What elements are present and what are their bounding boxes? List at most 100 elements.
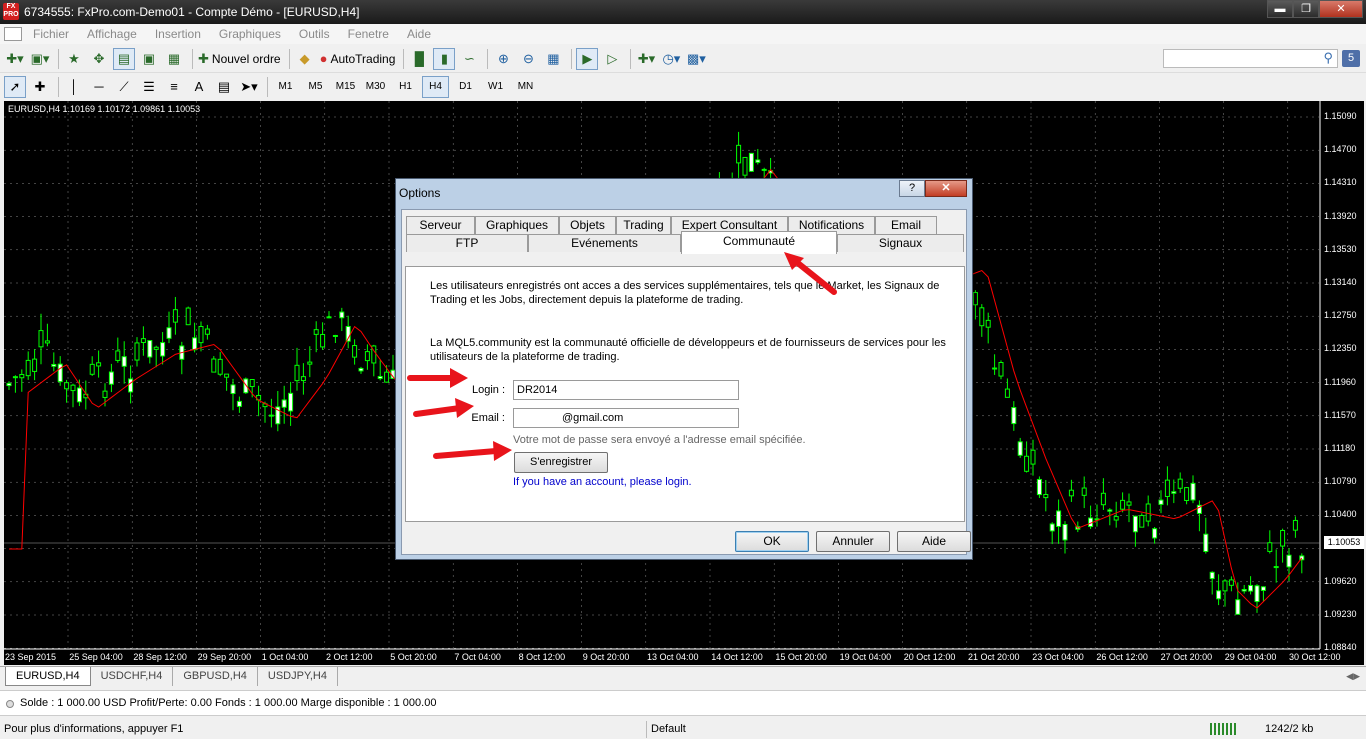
arrows-icon[interactable]: ➤▾: [238, 76, 260, 98]
login-input[interactable]: DR2014: [513, 380, 739, 400]
chart-tab-usdchf[interactable]: USDCHF,H4: [91, 667, 174, 686]
metaeditor-icon[interactable]: ◆: [294, 48, 316, 70]
timeframe-h1[interactable]: H1: [392, 76, 419, 98]
timeframe-m30[interactable]: M30: [362, 76, 389, 98]
timeframe-d1[interactable]: D1: [452, 76, 479, 98]
register-button[interactable]: S'enregistrer: [514, 452, 608, 473]
text-label-icon[interactable]: ▤: [213, 76, 235, 98]
tile-windows-icon[interactable]: ▦: [542, 48, 564, 70]
account-status-icon: [6, 700, 14, 708]
menu-aide[interactable]: Aide: [398, 27, 440, 41]
channel-icon[interactable]: ☰: [138, 76, 160, 98]
tab-evenements[interactable]: Evénements: [528, 234, 681, 252]
cancel-button[interactable]: Annuler: [816, 531, 890, 552]
bar-chart-icon[interactable]: █: [408, 48, 430, 70]
indicators-icon[interactable]: ✚▾: [635, 48, 657, 70]
timeframe-m1[interactable]: M1: [272, 76, 299, 98]
terminal-icon[interactable]: ▣: [138, 48, 160, 70]
menu-fichier[interactable]: Fichier: [24, 27, 78, 41]
market-watch-icon[interactable]: ★: [63, 48, 85, 70]
text-icon[interactable]: A: [188, 76, 210, 98]
candle-body: [1024, 455, 1030, 472]
data-window-icon[interactable]: ▤: [113, 47, 135, 70]
menu-insertion[interactable]: Insertion: [146, 27, 210, 41]
fibonacci-icon[interactable]: ≡: [163, 76, 185, 98]
tabs-scroll-icon[interactable]: ◀▶: [1346, 671, 1360, 682]
candlestick-icon[interactable]: ▮: [433, 47, 456, 70]
search-input[interactable]: ⚲: [1163, 49, 1338, 68]
candle-body: [1068, 489, 1074, 497]
price-axis-label: 1.12350: [1324, 343, 1357, 354]
zoom-out-icon[interactable]: ⊖: [517, 48, 539, 70]
candle-body: [192, 337, 198, 351]
zoom-in-icon[interactable]: ⊕: [492, 48, 514, 70]
dialog-close-icon[interactable]: ✕: [925, 180, 967, 197]
menu-fenetre[interactable]: Fenetre: [339, 27, 398, 41]
timeframe-m5[interactable]: M5: [302, 76, 329, 98]
tab-serveur[interactable]: Serveur: [406, 216, 475, 234]
periods-icon[interactable]: ◷▾: [660, 48, 682, 70]
chart-tab-usdjpy[interactable]: USDJPY,H4: [258, 667, 338, 686]
candle-body: [352, 345, 358, 358]
candle-body: [140, 338, 146, 343]
tab-objets[interactable]: Objets: [559, 216, 616, 234]
crosshair-icon[interactable]: ✚: [29, 76, 51, 98]
close-icon[interactable]: ✕: [1319, 0, 1363, 18]
candle-body: [1004, 388, 1010, 398]
timeframe-w1[interactable]: W1: [482, 76, 509, 98]
tab-graphiques[interactable]: Graphiques: [475, 216, 559, 234]
candle-body: [1164, 479, 1170, 497]
document-icon[interactable]: [4, 27, 22, 41]
templates-icon[interactable]: ▩▾: [685, 48, 707, 70]
tab-signaux[interactable]: Signaux: [837, 234, 964, 252]
main-toolbar: ✚▾ ▣▾ ★ ✥ ▤ ▣ ▦ ✚ Nouvel ordre ◆ ● AutoTra…: [0, 45, 1366, 73]
autotrading-button[interactable]: ● AutoTrading: [319, 48, 397, 70]
tab-trading[interactable]: Trading: [616, 216, 671, 234]
community-text-line1: La MQL5.community est la communauté offi…: [430, 337, 946, 349]
date-axis-label: 13 Oct 04:00: [647, 652, 699, 662]
candle-body: [211, 358, 217, 373]
candle-body: [1248, 584, 1254, 592]
cursor-icon[interactable]: ➚: [4, 75, 26, 98]
candle-body: [268, 414, 274, 417]
restore-icon[interactable]: ❐: [1293, 0, 1319, 18]
chart-shift-icon[interactable]: ▷: [601, 48, 623, 70]
tab-email[interactable]: Email: [875, 216, 937, 234]
help-button[interactable]: Aide: [897, 531, 971, 552]
chart-tab-gbpusd[interactable]: GBPUSD,H4: [173, 667, 258, 686]
line-chart-icon[interactable]: ∽: [458, 48, 480, 70]
candle-body: [377, 376, 383, 379]
timeframe-m15[interactable]: M15: [332, 76, 359, 98]
candle-body: [32, 358, 38, 372]
candle-body: [102, 390, 108, 398]
menu-graphiques[interactable]: Graphiques: [210, 27, 290, 41]
trendline-icon[interactable]: ⟋: [113, 76, 135, 98]
price-axis-label: 1.13530: [1324, 243, 1357, 254]
timeframe-mn[interactable]: MN: [512, 76, 539, 98]
chart-header: EURUSD,H4 1.10169 1.10172 1.09861 1.1005…: [8, 104, 201, 114]
new-order-button[interactable]: ✚ Nouvel ordre: [197, 48, 282, 70]
community-badge-icon[interactable]: 5: [1342, 50, 1360, 67]
tester-icon[interactable]: ▦: [163, 48, 185, 70]
dialog-help-button[interactable]: ?: [899, 180, 925, 197]
horizontal-line-icon[interactable]: ─: [88, 76, 110, 98]
minimize-icon[interactable]: ▬: [1267, 0, 1293, 18]
dialog-title: Options: [399, 186, 441, 200]
timeframe-h4[interactable]: H4: [422, 75, 449, 98]
navigator-icon[interactable]: ✥: [88, 48, 110, 70]
menu-outils[interactable]: Outils: [290, 27, 339, 41]
vertical-line-icon[interactable]: │: [63, 76, 85, 98]
options-dialog: Options ? ✕ Serveur Graphiques Objets Tr…: [395, 178, 973, 560]
email-input[interactable]: @gmail.com: [513, 408, 739, 428]
auto-scroll-icon[interactable]: ▶: [576, 47, 599, 70]
ok-button[interactable]: OK: [735, 531, 809, 552]
profiles-icon[interactable]: ▣▾: [29, 48, 51, 70]
new-chart-icon[interactable]: ✚▾: [4, 48, 26, 70]
login-link[interactable]: If you have an account, please login.: [513, 476, 692, 488]
candle-body: [1152, 528, 1158, 539]
chart-tab-eurusd[interactable]: EURUSD,H4: [5, 667, 91, 686]
candle-body: [108, 371, 114, 385]
menu-affichage[interactable]: Affichage: [78, 27, 146, 41]
candle-body: [1171, 491, 1177, 494]
tab-ftp[interactable]: FTP: [406, 234, 528, 252]
